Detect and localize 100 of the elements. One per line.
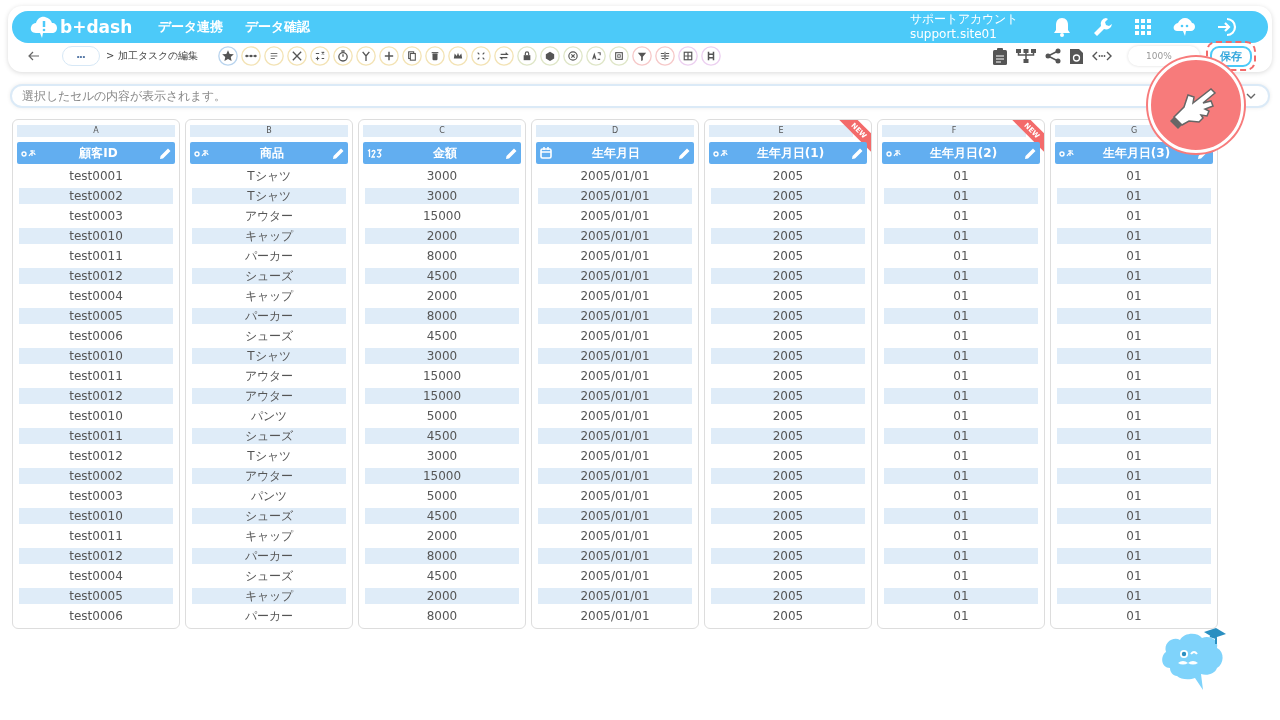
table-cell: 2005/01/01	[538, 308, 692, 324]
share-icon[interactable]	[1045, 48, 1061, 64]
back-arrow-icon[interactable]	[28, 51, 40, 61]
table-cell-text: 01	[952, 408, 970, 424]
text-type-icon	[1059, 149, 1075, 157]
table-cell: 2005/01/01	[538, 268, 692, 284]
logo-text[interactable]: b+dash	[60, 17, 133, 37]
table-cell-text: 01	[952, 248, 970, 264]
text-type-icon	[21, 149, 37, 157]
table-cell-text: test0003	[68, 488, 124, 504]
split-icon[interactable]	[654, 46, 675, 66]
table-cell: シューズ	[192, 428, 346, 444]
table-cell: 2005	[711, 468, 865, 484]
table-cell-text: 2005/01/01	[579, 408, 651, 424]
swap-icon[interactable]	[493, 46, 514, 66]
table-cell: キャップ	[192, 228, 346, 244]
table-cell-text: 01	[952, 288, 970, 304]
dots-icon[interactable]	[240, 46, 261, 66]
plus-icon[interactable]	[378, 46, 399, 66]
math-icon[interactable]	[309, 46, 330, 66]
column-header[interactable]: 生年月日(2)	[882, 142, 1040, 164]
table-cell-text: アウター	[244, 208, 294, 224]
column-header[interactable]: 生年月日(1)	[709, 142, 867, 164]
grid-icon[interactable]	[677, 46, 698, 66]
table-cell: 2000	[365, 588, 519, 604]
column-header[interactable]: 生年月日	[536, 142, 694, 164]
chevron-down-icon[interactable]	[1246, 93, 1256, 99]
table-cell: アウター	[192, 468, 346, 484]
lines-icon[interactable]	[263, 46, 284, 66]
more-button[interactable]: •••	[62, 46, 100, 66]
table-cell-text: 5000	[425, 488, 459, 504]
code-icon[interactable]	[1092, 50, 1112, 62]
table-cell-text: 2005/01/01	[579, 488, 651, 504]
table-cell-text: test0001	[68, 168, 124, 184]
translate-icon[interactable]	[585, 46, 606, 66]
table-cell: 2005/01/01	[538, 468, 692, 484]
columns-icon[interactable]	[700, 46, 721, 66]
table-cell-text: 01	[1125, 328, 1143, 344]
filter-icon[interactable]	[631, 46, 652, 66]
table-cell: 2005/01/01	[538, 508, 692, 524]
nav-link[interactable]: データ確認	[245, 18, 311, 36]
table-cell: アウター	[192, 388, 346, 404]
table-cell: test0010	[19, 508, 173, 524]
table-cell: 2005	[711, 428, 865, 444]
copy-icon[interactable]	[401, 46, 422, 66]
table-cell-text: 2005	[771, 208, 805, 224]
column-letter[interactable]: B	[190, 125, 348, 137]
crown-icon[interactable]	[447, 46, 468, 66]
column-header[interactable]: 顧客ID	[17, 142, 175, 164]
file-refresh-icon[interactable]	[1070, 48, 1083, 64]
table-cell: 01	[1057, 308, 1211, 324]
number-type-icon	[367, 148, 383, 158]
lock-icon[interactable]	[516, 46, 537, 66]
calendar-icon	[540, 147, 552, 159]
table-cell: 2005	[711, 268, 865, 284]
cell-content-field[interactable]: 選択したセルの内容が表示されます。	[10, 84, 1270, 108]
clipboard-icon[interactable]	[993, 47, 1007, 65]
table-cell-text: パンツ	[250, 488, 288, 504]
close-icon[interactable]	[562, 46, 583, 66]
table-cell-text: 15000	[421, 368, 463, 384]
column-header[interactable]: 金額	[363, 142, 521, 164]
table-cell: 2005/01/01	[538, 548, 692, 564]
fork-icon[interactable]	[355, 46, 376, 66]
table-cell: 01	[1057, 188, 1211, 204]
table-cell-text: 01	[952, 568, 970, 584]
column-header[interactable]: 商品	[190, 142, 348, 164]
column-title: 生年月日(1)	[755, 144, 826, 162]
table-cell-text: キャップ	[244, 528, 295, 544]
mascot-drawing	[1160, 626, 1228, 692]
trash-icon[interactable]	[424, 46, 445, 66]
column-letter[interactable]: C	[363, 125, 521, 137]
table-cell: 2000	[365, 228, 519, 244]
table-cell-text: test0012	[68, 448, 124, 464]
table-cell-text: 3000	[425, 168, 459, 184]
column-title: 顧客ID	[78, 144, 119, 162]
table-cell: シューズ	[192, 268, 346, 284]
table-cell-text: test0004	[68, 288, 124, 304]
timer-icon[interactable]	[332, 46, 353, 66]
column-title: 生年月日	[590, 144, 641, 162]
table-cell-text: test0011	[68, 528, 124, 544]
table-cell: 01	[884, 228, 1038, 244]
cube-icon[interactable]	[539, 46, 560, 66]
column-letter[interactable]: A	[17, 125, 175, 137]
table-cell-text: 01	[1125, 608, 1143, 624]
zoom-field[interactable]: 100%	[1128, 46, 1200, 66]
nav-link[interactable]: データ連携	[158, 18, 224, 36]
column-title: 生年月日(2)	[928, 144, 999, 162]
table-cell: 2005	[711, 388, 865, 404]
table-cell: 01	[884, 508, 1038, 524]
table-cell: 01	[1057, 588, 1211, 604]
save-button[interactable]: 保存	[1210, 46, 1252, 67]
cross-icon[interactable]	[286, 46, 307, 66]
table-cell-text: パーカー	[244, 248, 294, 264]
table-cell-text: 2005	[771, 248, 805, 264]
table-cell-text: 2005	[771, 288, 805, 304]
column-letter[interactable]: D	[536, 125, 694, 137]
hierarchy-icon[interactable]	[1016, 48, 1036, 64]
table-cell: 01	[884, 268, 1038, 284]
table-cell-text: アウター	[244, 368, 294, 384]
table-cell-text: 01	[1125, 168, 1143, 184]
